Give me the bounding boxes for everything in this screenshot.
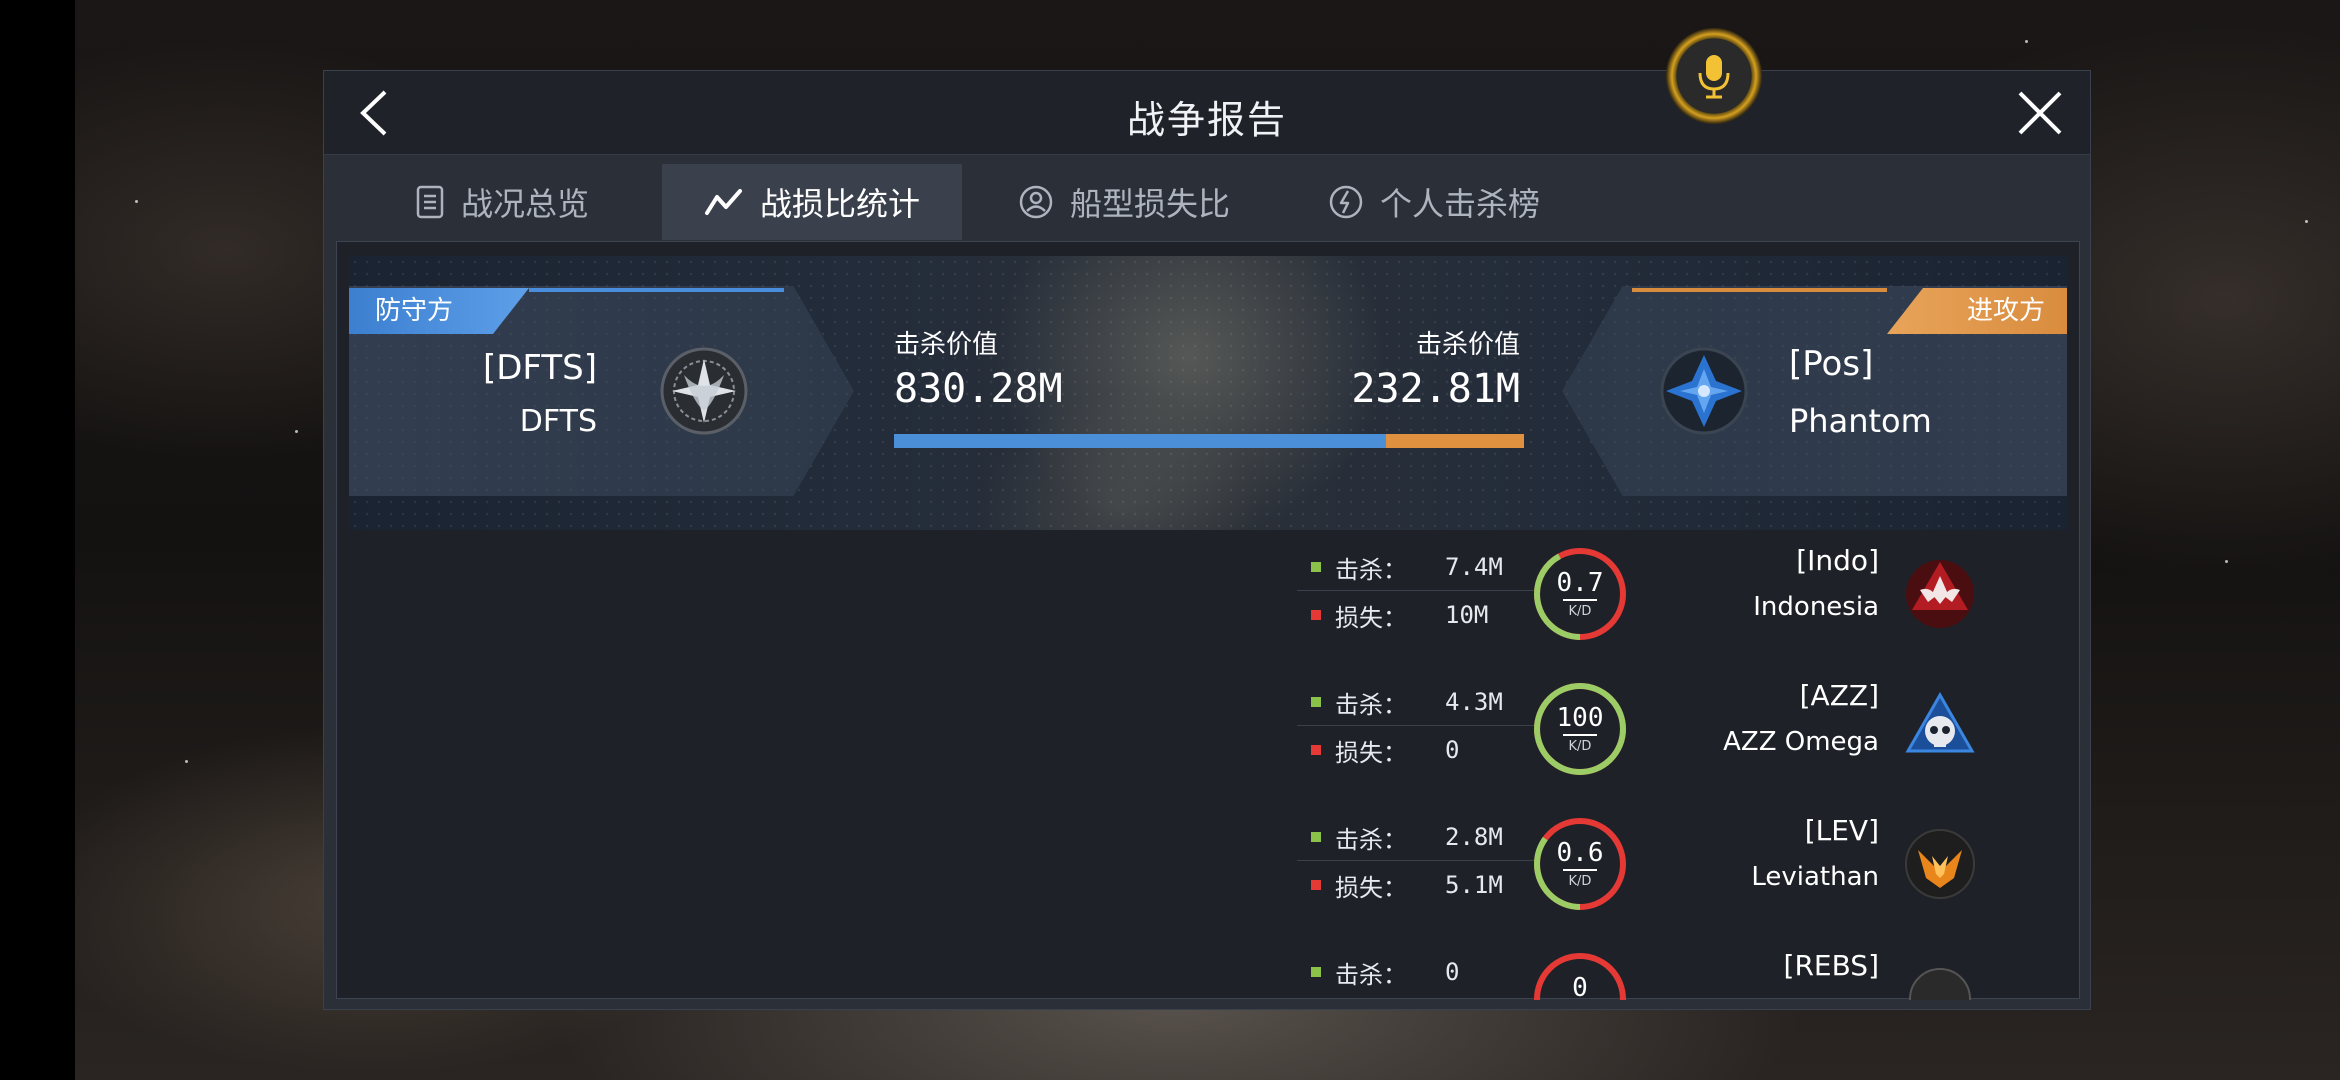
list-item[interactable]: 击杀： 7.4M 损失： 10M 0.7 K/D [Indo] Indonesi… — [337, 530, 2079, 665]
loss-marker — [1311, 610, 1321, 620]
lightning-icon — [1329, 185, 1363, 219]
ship-ratio-icon — [1019, 185, 1053, 219]
kills-label: 击杀： — [1335, 960, 1407, 989]
corp-name: Indonesia — [1753, 592, 1879, 622]
kills-label: 击杀： — [1335, 555, 1407, 584]
kills-value: 2.8M — [1445, 823, 1503, 851]
screen-edge — [0, 0, 75, 1080]
kd-divider — [1563, 869, 1597, 871]
kd-value: 0.7 — [1556, 568, 1604, 598]
defender-accent-line — [529, 288, 784, 292]
kills-value: 7.4M — [1445, 553, 1503, 581]
stats-panel: 防守方 进攻方 [DFTS] DFTS 击杀价值 830.28M 击杀价值 23… — [336, 241, 2080, 1000]
losses-line: 损失： 10M — [1297, 592, 1537, 638]
list-icon — [416, 185, 444, 219]
kd-ring: 0 — [1532, 951, 1628, 1000]
tab-bar: 战况总览 战损比统计 船型损失比 个人击杀榜 — [324, 164, 2090, 240]
kills-value: 4.3M — [1445, 688, 1503, 716]
corp-tag: [AZZ] — [1799, 679, 1879, 712]
kills-line: 击杀： 0 — [1297, 949, 1537, 995]
trend-line-icon — [704, 189, 742, 215]
voice-chat-button[interactable] — [1666, 28, 1762, 124]
kills-value: 0 — [1445, 958, 1460, 986]
kills-label: 击杀： — [1335, 690, 1407, 719]
winged-skull-red-emblem-icon — [1906, 560, 1974, 628]
divider — [1297, 725, 1537, 726]
kd-label: K/D — [1568, 874, 1592, 889]
losses-line: 损失： 5.1M — [1297, 862, 1537, 908]
attacker-tag: [Pos] — [1789, 344, 1874, 384]
kd-value: 0.6 — [1556, 838, 1604, 868]
list-item[interactable]: 击杀： 4.3M 损失： 0 100 K/D [AZZ] AZZ Omega — [337, 665, 2079, 800]
defender-kill-value-label: 击杀价值 — [894, 330, 999, 360]
tab-label: 船型损失比 — [1069, 185, 1230, 223]
divider — [1297, 590, 1537, 591]
kd-value: 0 — [1572, 973, 1588, 1000]
defender-emblem-icon — [660, 347, 748, 435]
kd-ring: 0.7 K/D — [1532, 546, 1628, 642]
defender-tag: [DFTS] — [482, 348, 597, 388]
close-icon — [2018, 91, 2062, 135]
losses-label: 损失： — [1335, 603, 1407, 632]
corp-tag: [Indo] — [1796, 544, 1879, 577]
losses-value: 5.1M — [1445, 871, 1503, 899]
losses-value: 10M — [1445, 601, 1489, 629]
flame-orange-emblem-icon — [1905, 829, 1975, 899]
kill-marker — [1311, 832, 1321, 842]
kill-value-ratio-bar — [894, 434, 1524, 448]
tab-label: 个人击杀榜 — [1379, 185, 1540, 223]
tab-overview[interactable]: 战况总览 — [352, 164, 652, 240]
war-report-dialog: 战争报告 战况总览 战损比统计 船型损失比 个人击杀榜 防守方 进攻方 [DFT… — [323, 70, 2091, 1010]
kills-label: 击杀： — [1335, 825, 1407, 854]
loss-marker — [1311, 880, 1321, 890]
kd-divider — [1563, 734, 1597, 736]
kd-ring: 0.6 K/D — [1532, 816, 1628, 912]
microphone-icon — [1698, 55, 1730, 99]
divider — [1297, 860, 1537, 861]
battle-summary-banner: 防守方 进攻方 [DFTS] DFTS 击杀价值 830.28M 击杀价值 23… — [349, 256, 2067, 530]
corp-tag: [LEV] — [1804, 814, 1879, 847]
skull-blue-emblem-icon — [1905, 691, 1975, 753]
list-item[interactable]: 击杀： 2.8M 损失： 5.1M 0.6 K/D [LEV] Leviatha… — [337, 800, 2079, 935]
losses-value: 0 — [1445, 736, 1460, 764]
tab-personal-kills[interactable]: 个人击杀榜 — [1284, 164, 1584, 240]
attacker-accent-line — [1632, 288, 1887, 292]
losses-label: 损失： — [1335, 873, 1407, 902]
corp-tag: [REBS] — [1783, 949, 1879, 982]
defender-kill-value: 830.28M — [894, 366, 1063, 412]
kd-ring: 100 K/D — [1532, 681, 1628, 777]
dialog-header: 战争报告 — [324, 71, 2090, 155]
losses-label: 损失： — [1335, 738, 1407, 767]
kills-line: 击杀： 4.3M — [1297, 679, 1537, 725]
corp-name: Leviathan — [1751, 862, 1879, 892]
kill-marker — [1311, 967, 1321, 977]
losses-line: 损失： 0 — [1297, 727, 1537, 773]
tab-ship-loss-ratio[interactable]: 船型损失比 — [974, 164, 1274, 240]
corp-name: AZZ Omega — [1723, 727, 1879, 757]
tab-label: 战损比统计 — [759, 185, 920, 223]
defender-name: DFTS — [519, 404, 597, 439]
kd-label: K/D — [1568, 739, 1592, 754]
kill-marker — [1311, 697, 1321, 707]
list-item[interactable]: 击杀： 0 0 [REBS] — [337, 935, 2079, 1000]
page-title: 战争报告 — [1126, 98, 1287, 142]
rebs-emblem-icon — [1909, 968, 1971, 1000]
kills-line: 击杀： 7.4M — [1297, 544, 1537, 590]
attacker-kill-value: 232.81M — [1351, 366, 1520, 412]
loss-marker — [1311, 745, 1321, 755]
tab-label: 战况总览 — [460, 185, 589, 223]
kd-value: 100 — [1556, 703, 1604, 733]
tab-kd-stats[interactable]: 战损比统计 — [662, 164, 962, 240]
defender-share-fill — [894, 434, 1387, 448]
kd-label: K/D — [1568, 604, 1592, 619]
kd-divider — [1563, 599, 1597, 601]
attacker-emblem-icon — [1660, 347, 1748, 435]
close-button[interactable] — [2010, 83, 2070, 143]
kill-marker — [1311, 562, 1321, 572]
corporation-list[interactable]: 击杀： 7.4M 损失： 10M 0.7 K/D [Indo] Indonesi… — [337, 530, 2079, 1000]
attacker-share-fill — [1386, 434, 1524, 448]
kills-line: 击杀： 2.8M — [1297, 814, 1537, 860]
attacker-name: Phantom — [1789, 402, 1932, 440]
attacker-kill-value-label: 击杀价值 — [1415, 330, 1520, 360]
